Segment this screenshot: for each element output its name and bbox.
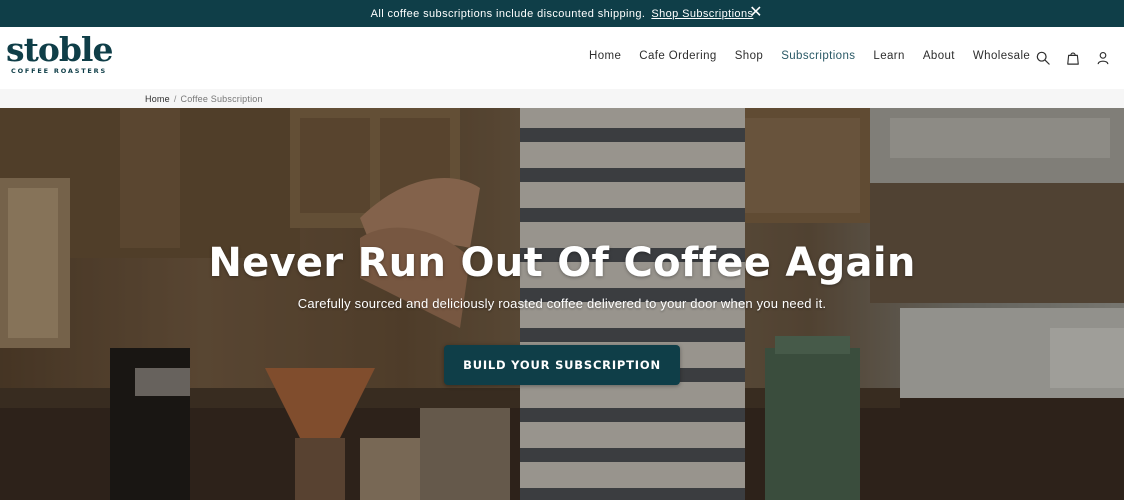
hero-title: Never Run Out Of Coffee Again [208,240,916,286]
breadcrumb: Home / Coffee Subscription [0,89,1124,108]
nav-item-shop[interactable]: Shop [735,50,763,62]
account-icon[interactable] [1096,51,1110,65]
main-nav: Home Cafe Ordering Shop Subscriptions Le… [589,50,1048,62]
nav-item-about[interactable]: About [923,50,955,62]
nav-item-subscriptions[interactable]: Subscriptions [781,50,855,62]
announcement-message: All coffee subscriptions include discoun… [370,7,646,20]
nav-item-wholesale[interactable]: Wholesale [973,50,1030,62]
hero-copy: Never Run Out Of Coffee Again Carefully … [0,238,1124,385]
close-icon[interactable]: ✕ [748,4,764,22]
breadcrumb-current: Coffee Subscription [180,93,263,104]
brand-tagline: COFFEE ROASTERS [11,67,107,75]
hero-subtitle: Carefully sourced and deliciously roaste… [297,296,827,311]
breadcrumb-home[interactable]: Home [145,94,170,104]
shopping-bag-icon[interactable] [1066,51,1080,65]
brand-name: stoble [6,30,113,69]
search-icon[interactable] [1036,51,1050,65]
nav-item-home[interactable]: Home [589,50,621,62]
brand-logo[interactable]: stoble COFFEE ROASTERS [6,30,113,75]
build-subscription-button[interactable]: BUILD YOUR SUBSCRIPTION [444,345,680,385]
site-header: stoble COFFEE ROASTERS Home Cafe Orderin… [0,27,1124,89]
nav-item-cafe-ordering[interactable]: Cafe Ordering [639,50,716,62]
shop-subscriptions-link[interactable]: Shop Subscriptions [651,8,753,20]
hero-banner: Never Run Out Of Coffee Again Carefully … [0,108,1124,500]
breadcrumb-separator: / [173,93,177,104]
nav-item-learn[interactable]: Learn [873,50,904,62]
announcement-bar: All coffee subscriptions include discoun… [0,0,1124,27]
header-icons [1036,51,1110,65]
